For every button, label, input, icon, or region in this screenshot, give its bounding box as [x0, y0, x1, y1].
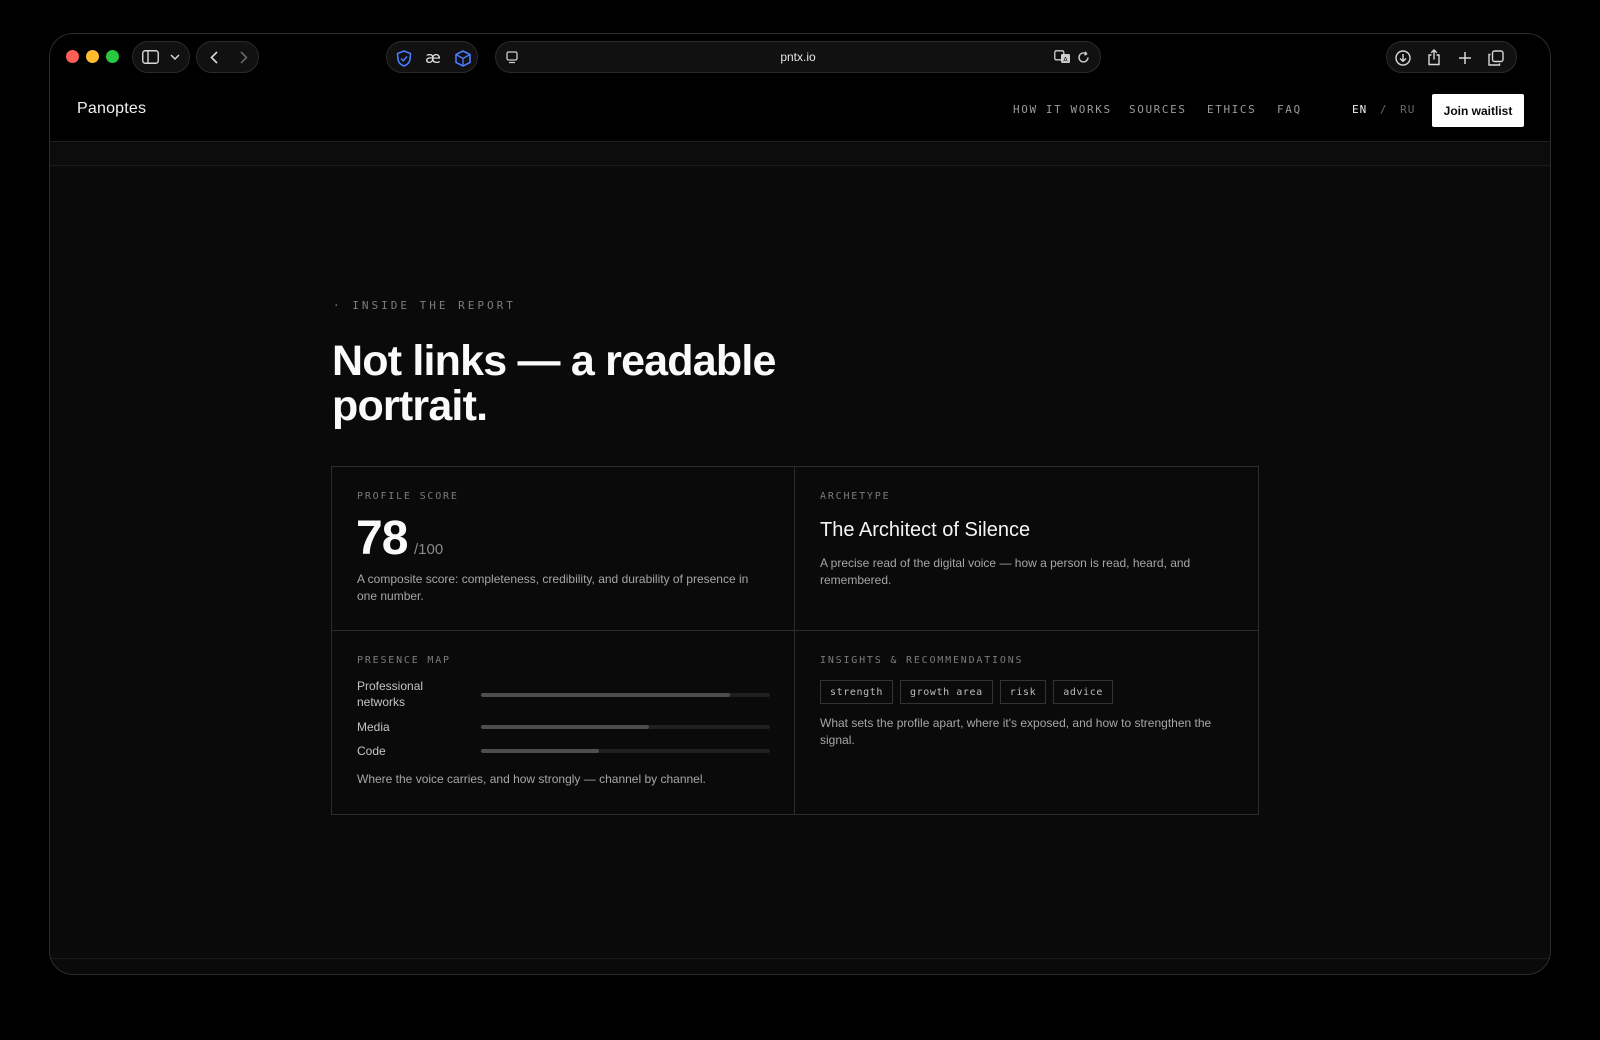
footer-divider [50, 958, 1550, 959]
card-label: PRESENCE MAP [357, 655, 451, 666]
insights-card: INSIGHTS & RECOMMENDATIONS strength grow… [795, 631, 1258, 814]
presence-row-label: Professional networks [357, 679, 424, 709]
join-waitlist-button[interactable]: Join waitlist [1432, 94, 1524, 127]
sidebar-toggle-group [132, 41, 190, 73]
shield-extension-icon[interactable] [395, 49, 413, 67]
browser-toolbar: æ pntx.io A [50, 34, 1550, 81]
presence-row-label: Media [357, 720, 390, 734]
header-sub-band [50, 143, 1550, 166]
url-text: pntx.io [780, 50, 816, 64]
site-header: Panoptes HOW IT WORKS SOURCES ETHICS FAQ… [50, 81, 1550, 142]
nav-how-it-works[interactable]: HOW IT WORKS [1013, 103, 1112, 116]
archetype-title: The Architect of Silence [820, 519, 1031, 541]
zoom-window-button[interactable] [106, 50, 119, 63]
chevron-down-icon[interactable] [169, 51, 181, 63]
minimize-window-button[interactable] [86, 50, 99, 63]
cube-extension-icon[interactable] [454, 49, 472, 67]
history-nav-group [196, 41, 259, 73]
presence-row-label: Code [357, 744, 386, 758]
card-label: ARCHETYPE [820, 491, 891, 502]
profile-score-card: PROFILE SCORE 78 /100 A composite score:… [332, 467, 795, 631]
tab-overview-icon[interactable] [1487, 49, 1505, 67]
nav-ethics[interactable]: ETHICS [1207, 103, 1256, 116]
forward-arrow-icon[interactable] [237, 50, 251, 64]
card-label: INSIGHTS & RECOMMENDATIONS [820, 655, 1024, 666]
window-actions-group [1386, 41, 1517, 73]
presence-bar-fill [481, 725, 649, 729]
new-tab-plus-icon[interactable] [1456, 49, 1474, 67]
presence-bar-track [481, 693, 770, 697]
translate-icon[interactable]: A [1053, 49, 1071, 65]
tag-advice: advice [1053, 680, 1114, 704]
report-grid: PROFILE SCORE 78 /100 A composite score:… [331, 466, 1259, 815]
sidebar-icon[interactable] [141, 49, 159, 65]
tag-growth-area: growth area [899, 680, 993, 704]
presence-map-card: PRESENCE MAP Professional networks Media… [332, 631, 795, 814]
language-switcher: EN / RU [1352, 103, 1415, 116]
share-icon[interactable] [1425, 48, 1443, 66]
section-eyebrow: · INSIDE THE REPORT [333, 299, 516, 312]
presence-bar-track [481, 725, 770, 729]
profile-score-value: 78 [356, 512, 408, 565]
profile-score-max: /100 [414, 541, 444, 558]
browser-window: æ pntx.io A Panoptes HOW IT WORKS SOURCE… [49, 33, 1551, 975]
lang-ru[interactable]: RU [1400, 103, 1415, 116]
lang-en[interactable]: EN [1352, 103, 1367, 116]
svg-text:A: A [1063, 55, 1068, 63]
card-description: Where the voice carries, and how strongl… [357, 772, 706, 786]
nav-sources[interactable]: SOURCES [1129, 103, 1187, 116]
address-bar[interactable]: pntx.io A [495, 41, 1101, 73]
nav-faq[interactable]: FAQ [1277, 103, 1302, 116]
insight-tags: strength growth area risk advice [820, 680, 1114, 704]
section-headline: Not links — a readable portrait. [332, 337, 776, 430]
reload-icon[interactable] [1076, 50, 1090, 64]
archetype-card: ARCHETYPE The Architect of Silence A pre… [795, 467, 1258, 631]
card-description: A composite score: completeness, credibi… [357, 572, 749, 603]
ae-extension-icon[interactable]: æ [424, 48, 442, 67]
presence-bar-track [481, 749, 770, 753]
download-icon[interactable] [1394, 49, 1412, 67]
presence-bar-fill [481, 749, 600, 753]
card-description: A precise read of the digital voice — ho… [820, 556, 1191, 587]
card-label: PROFILE SCORE [357, 491, 459, 502]
tag-risk: risk [999, 680, 1047, 704]
card-description: What sets the profile apart, where it's … [820, 716, 1212, 747]
tag-strength: strength [820, 680, 893, 704]
presence-bar-fill [481, 693, 730, 697]
site-logo[interactable]: Panoptes [77, 100, 146, 118]
extensions-group: æ [386, 41, 478, 73]
back-arrow-icon[interactable] [207, 50, 221, 64]
close-window-button[interactable] [66, 50, 79, 63]
lang-separator: / [1379, 103, 1388, 116]
